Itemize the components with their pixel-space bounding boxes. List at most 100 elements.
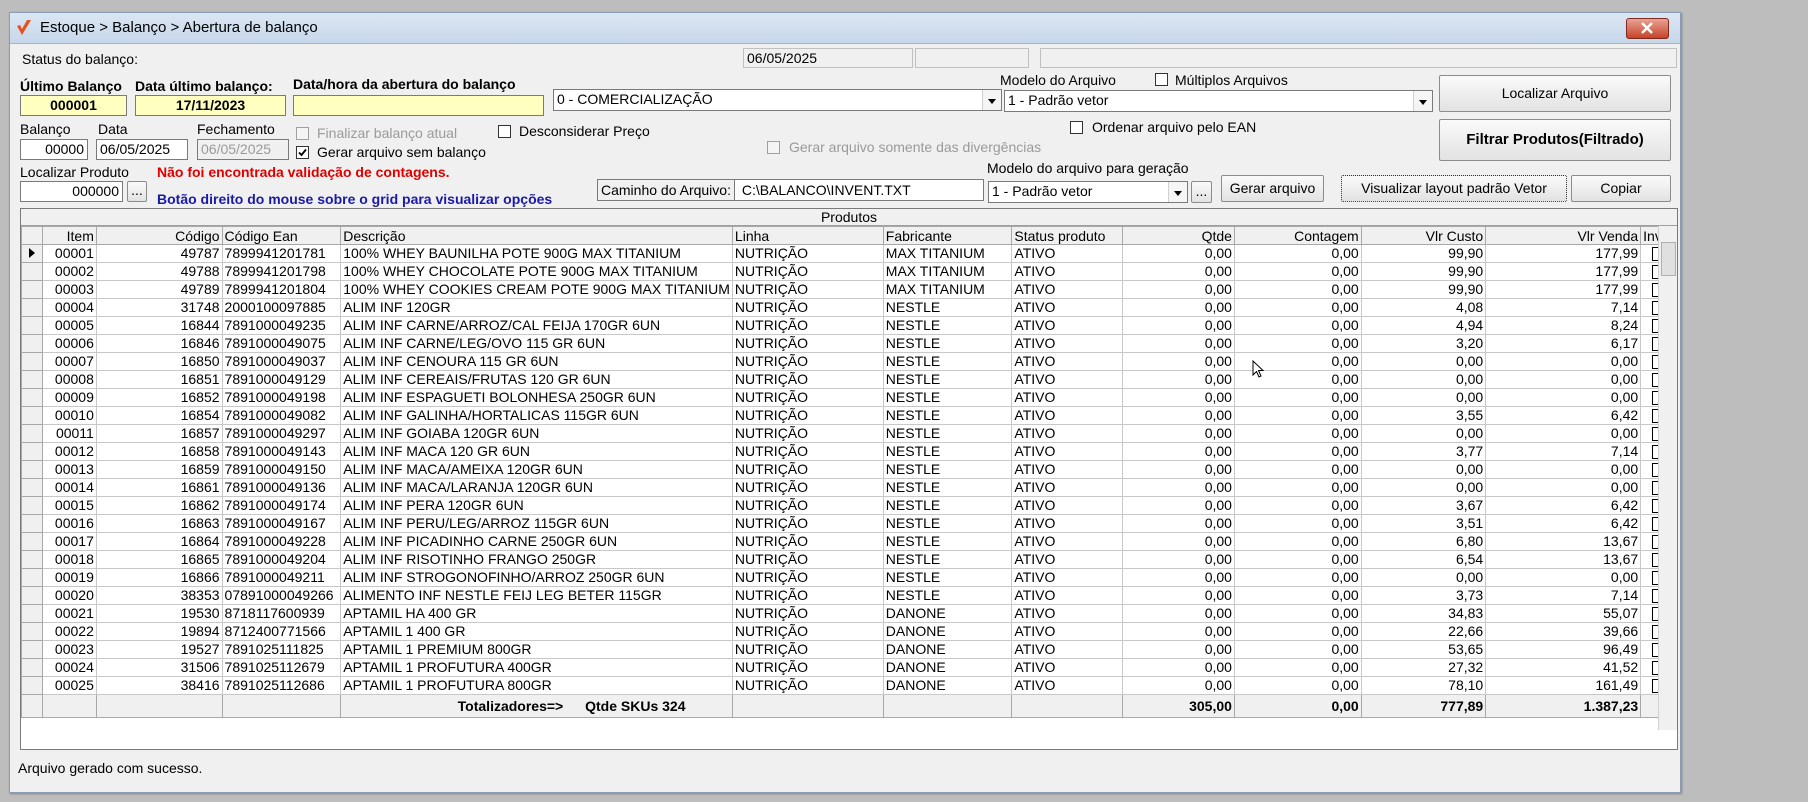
column-header[interactable]: Fabricante [882,226,1013,245]
table-row[interactable]: 00002 49788 7899941201798 100% WHEY CHOCOLA… [21,262,1677,281]
grid-cell[interactable]: 0,00 [1485,568,1642,587]
grid-cell[interactable]: ALIM INF PICADINHO CARNE 250GR 6UN [340,532,733,551]
grid-cell[interactable]: 00010 [42,406,97,425]
grid-cell[interactable]: 0,00 [1233,568,1362,587]
table-row[interactable]: 00021 19530 8718117600939 APTAMIL HA 400 GR… [21,604,1677,623]
grid-cell[interactable]: ATIVO [1011,406,1123,425]
grid-cell[interactable]: 16859 [95,460,223,479]
grid-cell[interactable]: 0,00 [1121,406,1235,425]
grid-cell[interactable]: 100% WHEY BAUNILHA POTE 900G MAX TITANIU… [340,244,733,263]
grid-cell[interactable]: 00025 [42,676,97,695]
column-header[interactable]: Código Ean [221,226,342,245]
row-indicator[interactable] [21,424,44,443]
grid-cell[interactable]: ATIVO [1011,658,1123,677]
row-indicator[interactable] [21,478,44,497]
localizar-produto-button[interactable]: ... [127,181,147,202]
grid-cell[interactable]: NUTRIÇÃO [731,262,884,281]
grid-cell[interactable]: ALIM INF GALINHA/HORTALICAS 115GR 6UN [340,406,733,425]
grid-cell[interactable]: ALIM INF GOIABA 120GR 6UN [340,424,733,443]
table-row[interactable]: 00005 16844 7891000049235 ALIM INF CARNE/AR… [21,316,1677,335]
scrollbar-thumb[interactable] [1661,242,1676,276]
table-row[interactable]: 00008 16851 7891000049129 ALIM INF CEREAIS/… [21,370,1677,389]
modelo-arquivo-select[interactable]: 1 - Padrão vetor [1004,90,1433,112]
grid-vertical-scrollbar[interactable] [1658,226,1677,730]
table-row[interactable]: 00001 49787 7899941201781 100% WHEY BAUNILH… [21,244,1677,263]
grid-cell[interactable]: NESTLE [882,298,1013,317]
grid-cell[interactable]: NUTRIÇÃO [731,244,884,263]
grid-cell[interactable]: NUTRIÇÃO [731,334,884,353]
grid-cell[interactable]: 0,00 [1233,316,1362,335]
grid-cell[interactable]: ALIM INF CARNE/ARROZ/CAL FEIJA 170GR 6UN [340,316,733,335]
grid-cell[interactable]: 0,00 [1121,676,1235,695]
grid-cell[interactable]: 00002 [42,262,97,281]
grid-cell[interactable]: 0,00 [1233,640,1362,659]
grid-cell[interactable]: MAX TITANIUM [882,262,1013,281]
grid-cell[interactable]: 7891000049136 [221,478,342,497]
grid-cell[interactable]: ALIM INF RISOTINHO FRANGO 250GR [340,550,733,569]
grid-cell[interactable]: 00024 [42,658,97,677]
grid-cell[interactable]: ATIVO [1011,496,1123,515]
grid-cell[interactable]: ATIVO [1011,262,1123,281]
grid-cell[interactable]: 0,00 [1233,604,1362,623]
localizar-arquivo-button[interactable]: Localizar Arquivo [1439,75,1671,112]
column-header[interactable]: Vlr Venda [1485,226,1642,245]
grid-cell[interactable]: 53,65 [1360,640,1487,659]
grid-cell[interactable]: 16846 [95,334,223,353]
grid-cell[interactable]: 6,42 [1485,496,1642,515]
grid-cell[interactable]: NUTRIÇÃO [731,622,884,641]
table-row[interactable]: 00006 16846 7891000049075 ALIM INF CARNE/LE… [21,334,1677,353]
grid-cell[interactable]: NESTLE [882,388,1013,407]
grid-cell[interactable]: 6,17 [1485,334,1642,353]
grid-cell[interactable]: NUTRIÇÃO [731,388,884,407]
grid-cell[interactable]: 16858 [95,442,223,461]
row-indicator[interactable] [21,298,44,317]
grid-cell[interactable]: 99,90 [1360,262,1487,281]
grid-cell[interactable]: ALIM INF MACA 120 GR 6UN [340,442,733,461]
grid-cell[interactable]: 41,52 [1485,658,1642,677]
chevron-down-icon[interactable] [982,90,1001,110]
grid-cell[interactable]: 0,00 [1121,424,1235,443]
grid-cell[interactable]: NUTRIÇÃO [731,370,884,389]
row-indicator[interactable] [21,496,44,515]
grid-cell[interactable]: ATIVO [1011,388,1123,407]
grid-cell[interactable]: ATIVO [1011,352,1123,371]
chevron-down-icon[interactable] [1168,182,1187,202]
grid-cell[interactable]: 3,51 [1360,514,1487,533]
grid-cell[interactable]: NUTRIÇÃO [731,406,884,425]
grid-cell[interactable]: 0,00 [1121,280,1235,299]
grid-cell[interactable]: 0,00 [1233,280,1362,299]
row-indicator[interactable] [21,352,44,371]
grid-cell[interactable]: 7891000049297 [221,424,342,443]
row-indicator[interactable] [21,460,44,479]
grid-cell[interactable]: NUTRIÇÃO [731,514,884,533]
column-header[interactable]: Linha [731,226,884,245]
grid-cell[interactable]: ATIVO [1011,424,1123,443]
grid-cell[interactable]: NESTLE [882,550,1013,569]
grid-cell[interactable]: 00015 [42,496,97,515]
grid-cell[interactable]: APTAMIL 1 PROFUTURA 400GR [340,658,733,677]
table-row[interactable]: 00004 31748 2000100097885 ALIM INF 120GR NUT… [21,298,1677,317]
grid-cell[interactable]: APTAMIL HA 400 GR [340,604,733,623]
grid-cell[interactable]: NUTRIÇÃO [731,568,884,587]
grid-cell[interactable]: ATIVO [1011,604,1123,623]
chevron-down-icon[interactable] [1413,91,1432,111]
column-header[interactable]: Vlr Custo [1360,226,1487,245]
grid-cell[interactable]: 16864 [95,532,223,551]
grid-cell[interactable]: APTAMIL 1 400 GR [340,622,733,641]
grid-cell[interactable]: 16854 [95,406,223,425]
table-row[interactable]: 00010 16854 7891000049082 ALIM INF GALINHA/… [21,406,1677,425]
grid-cell[interactable]: 0,00 [1121,640,1235,659]
grid-cell[interactable]: ATIVO [1011,244,1123,263]
grid-cell[interactable]: ALIM INF ESPAGUETI BOLONHESA 250GR 6UN [340,388,733,407]
row-indicator[interactable] [21,442,44,461]
column-header[interactable]: Código [95,226,223,245]
grid-cell[interactable]: NUTRIÇÃO [731,640,884,659]
grid-cell[interactable]: 31748 [95,298,223,317]
grid-cell[interactable]: 0,00 [1121,370,1235,389]
grid-cell[interactable]: 16852 [95,388,223,407]
grid-cell[interactable]: 00007 [42,352,97,371]
grid-cell[interactable]: ALIM INF STROGONOFINHO/ARROZ 250GR 6UN [340,568,733,587]
grid-cell[interactable]: 0,00 [1233,406,1362,425]
grid-cell[interactable]: ALIM INF PERU/LEG/ARROZ 115GR 6UN [340,514,733,533]
modelo-geracao-button[interactable]: ... [1191,181,1212,203]
